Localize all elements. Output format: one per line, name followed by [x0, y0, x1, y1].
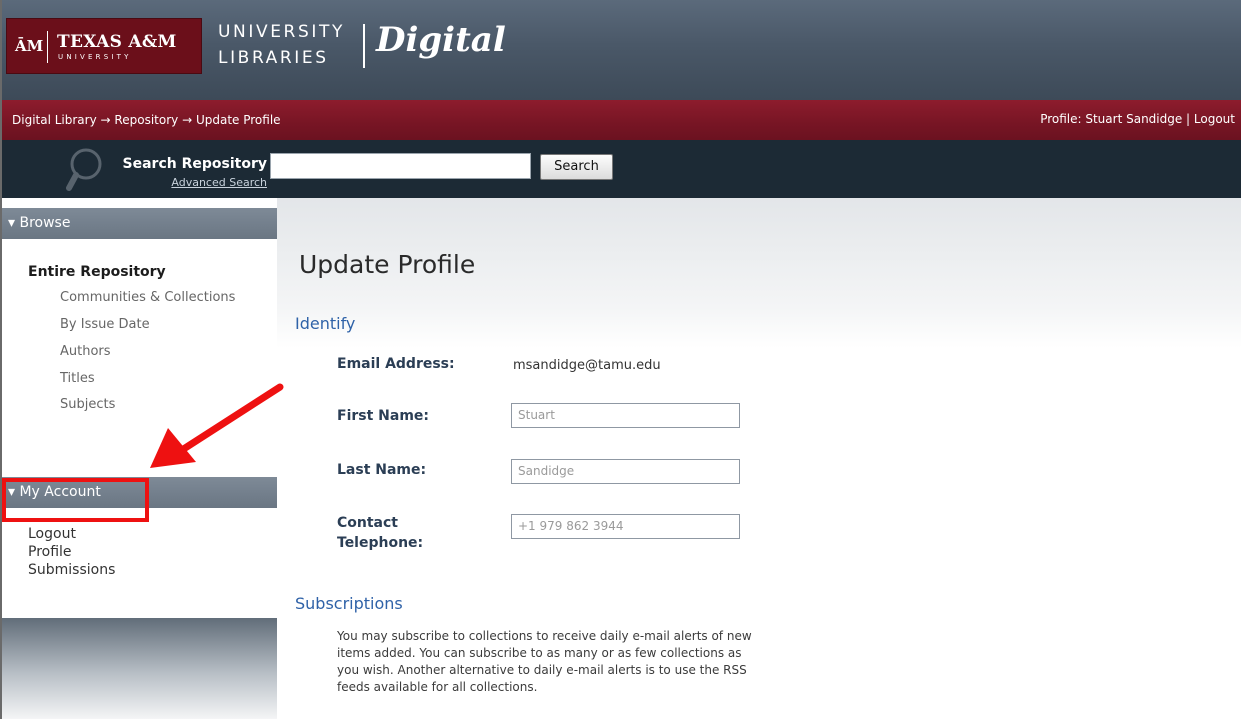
first-name-label: First Name: [337, 408, 430, 424]
sidebar-footer [2, 618, 277, 719]
entire-repository-heading: Entire Repository [28, 264, 166, 280]
sidebar-item-submissions[interactable]: Submissions [28, 562, 115, 578]
sidebar-item-authors[interactable]: Authors [60, 344, 111, 359]
breadcrumb-update-profile: Update Profile [195, 113, 281, 127]
search-button[interactable]: Search [540, 154, 613, 180]
browser-viewport: ĀM TEXAS A&M UNIVERSITY UNIVERSITY LIBRA… [0, 0, 1241, 719]
breadcrumb-digital-library[interactable]: Digital Library [12, 113, 97, 127]
brand-university: UNIVERSITY [218, 22, 345, 42]
user-profile-link[interactable]: Profile: Stuart Sandidge | Logout [1040, 112, 1235, 126]
main-content: Update Profile Identify Email Address: m… [277, 198, 1241, 719]
sidebar-item-issue-date[interactable]: By Issue Date [60, 317, 150, 332]
last-name-field[interactable]: Sandidge [511, 459, 740, 484]
brand-libraries: LIBRARIES [218, 48, 329, 68]
sidebar-item-subjects[interactable]: Subjects [60, 397, 115, 412]
contact-label-line1: Contact [337, 515, 398, 531]
sidebar-item-logout[interactable]: Logout [28, 526, 76, 542]
page-title: Update Profile [299, 250, 476, 279]
subscriptions-heading: Subscriptions [295, 594, 403, 613]
logo-texas-text: TEXAS A&M [57, 32, 177, 52]
last-name-label: Last Name: [337, 462, 427, 478]
breadcrumb-repository[interactable]: Repository [114, 113, 178, 127]
logo-divider [47, 31, 48, 63]
site-header: ĀM TEXAS A&M UNIVERSITY UNIVERSITY LIBRA… [2, 0, 1241, 100]
advanced-search-link[interactable]: Advanced Search [2, 176, 267, 189]
contact-telephone-field[interactable]: +1 979 862 3944 [511, 514, 740, 539]
logo-university-text: UNIVERSITY [58, 53, 132, 61]
breadcrumb-separator: → [100, 113, 111, 127]
browse-heading[interactable]: ▾ Browse [2, 208, 277, 239]
subscriptions-description: You may subscribe to collections to rece… [337, 629, 752, 694]
email-label: Email Address: [337, 356, 455, 372]
breadcrumb: Digital Library → Repository → Update Pr… [12, 113, 281, 127]
sidebar-item-communities[interactable]: Communities & Collections [60, 290, 235, 305]
contact-label-line2: Telephone: [337, 535, 424, 551]
first-name-field[interactable]: Stuart [511, 403, 740, 428]
brand-digital: Digital [376, 20, 506, 60]
brand-divider [363, 24, 365, 68]
search-input[interactable] [270, 153, 531, 179]
tamu-logo[interactable]: ĀM TEXAS A&M UNIVERSITY [6, 18, 202, 74]
email-value: msandidge@tamu.edu [513, 358, 661, 373]
search-bar: Search Repository Advanced Search Search [2, 140, 1241, 198]
sidebar: ▾ Browse Entire Repository Communities &… [2, 198, 277, 719]
contact-telephone-label: Contact Telephone: [337, 513, 423, 553]
annotation-highlight-box [2, 478, 149, 522]
atm-logo-mark: ĀM [15, 37, 44, 55]
identify-heading: Identify [295, 314, 356, 333]
sidebar-item-profile[interactable]: Profile [28, 544, 72, 560]
sidebar-item-titles[interactable]: Titles [60, 371, 95, 386]
breadcrumb-bar: Digital Library → Repository → Update Pr… [2, 100, 1241, 140]
search-label: Search Repository [122, 156, 267, 172]
breadcrumb-separator: → [182, 113, 193, 127]
